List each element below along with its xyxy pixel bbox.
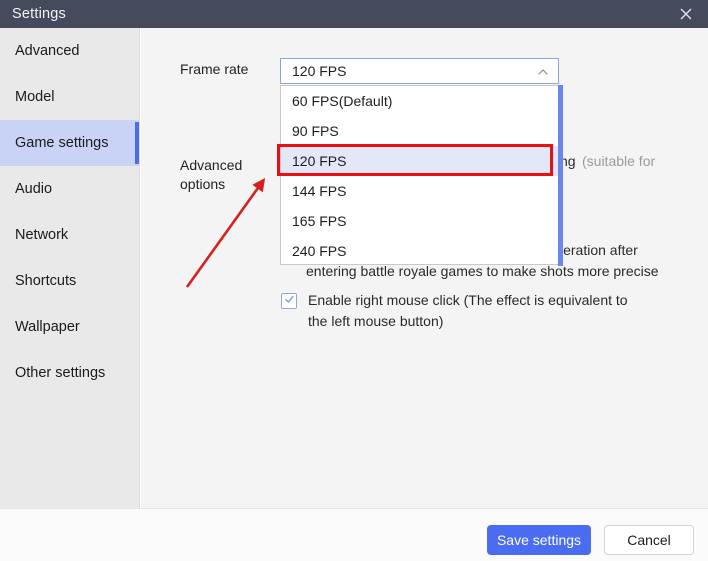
sidebar-item-label: Shortcuts xyxy=(15,273,77,289)
frame-rate-label: Frame rate xyxy=(180,61,249,77)
sidebar-item-label: Network xyxy=(15,227,69,243)
advanced-options-label: Advanced options xyxy=(180,157,243,192)
sidebar-item-network[interactable]: Network xyxy=(0,212,139,258)
sidebar-item-label: Audio xyxy=(15,181,53,197)
enable-right-mouse-click-checkbox[interactable] xyxy=(281,293,297,309)
sidebar-item-label: Wallpaper xyxy=(15,319,80,335)
chevron-up-icon[interactable] xyxy=(536,65,550,79)
frame-rate-dropdown-list[interactable]: 60 FPS(Default) 90 FPS 120 FPS 144 FPS 1… xyxy=(280,85,563,266)
dropdown-option-60[interactable]: 60 FPS(Default) xyxy=(281,86,559,116)
content-panel: Frame rate Advanced options ng (suitable… xyxy=(141,28,708,508)
dropdown-scrollbar[interactable] xyxy=(558,85,563,266)
description-line1-dim-tail: (suitable for xyxy=(582,153,656,169)
enable-right-mouse-click-row[interactable]: Enable right mouse click (The effect is … xyxy=(281,290,643,332)
check-icon xyxy=(284,292,295,310)
dropdown-option-240[interactable]: 240 FPS xyxy=(281,236,559,266)
sidebar-item-label: Advanced xyxy=(15,43,80,59)
sidebar-item-model[interactable]: Model xyxy=(0,74,139,120)
sidebar-item-label: Other settings xyxy=(15,365,106,381)
sidebar-item-label: Game settings xyxy=(15,135,109,151)
save-settings-button[interactable]: Save settings xyxy=(487,525,591,555)
sidebar: Advanced Model Game settings Audio Netwo… xyxy=(0,28,140,508)
sidebar-item-label: Model xyxy=(15,89,55,105)
footer-bar: Save settings Cancel xyxy=(0,509,708,561)
cancel-button[interactable]: Cancel xyxy=(604,525,694,555)
window-title: Settings xyxy=(12,6,66,22)
sidebar-item-wallpaper[interactable]: Wallpaper xyxy=(0,304,139,350)
active-indicator-bar xyxy=(135,122,139,164)
sidebar-item-advanced[interactable]: Advanced xyxy=(0,28,139,74)
sidebar-item-other-settings[interactable]: Other settings xyxy=(0,350,139,396)
dropdown-option-90[interactable]: 90 FPS xyxy=(281,116,559,146)
sidebar-item-audio[interactable]: Audio xyxy=(0,166,139,212)
frame-rate-combobox[interactable]: 120 FPS xyxy=(280,58,559,84)
sidebar-item-shortcuts[interactable]: Shortcuts xyxy=(0,258,139,304)
dropdown-option-120[interactable]: 120 FPS xyxy=(281,146,559,176)
dropdown-option-165[interactable]: 165 FPS xyxy=(281,206,559,236)
close-button[interactable] xyxy=(664,0,708,28)
description-line2-tail: leration after xyxy=(560,242,638,258)
dropdown-option-144[interactable]: 144 FPS xyxy=(281,176,559,206)
frame-rate-selected-value: 120 FPS xyxy=(292,63,347,79)
enable-right-mouse-click-label: Enable right mouse click (The effect is … xyxy=(308,292,628,329)
settings-window: Settings Advanced Model Game settings Au… xyxy=(0,0,708,561)
title-bar: Settings xyxy=(0,0,708,28)
sidebar-item-game-settings[interactable]: Game settings xyxy=(0,120,139,166)
close-icon xyxy=(679,7,693,21)
